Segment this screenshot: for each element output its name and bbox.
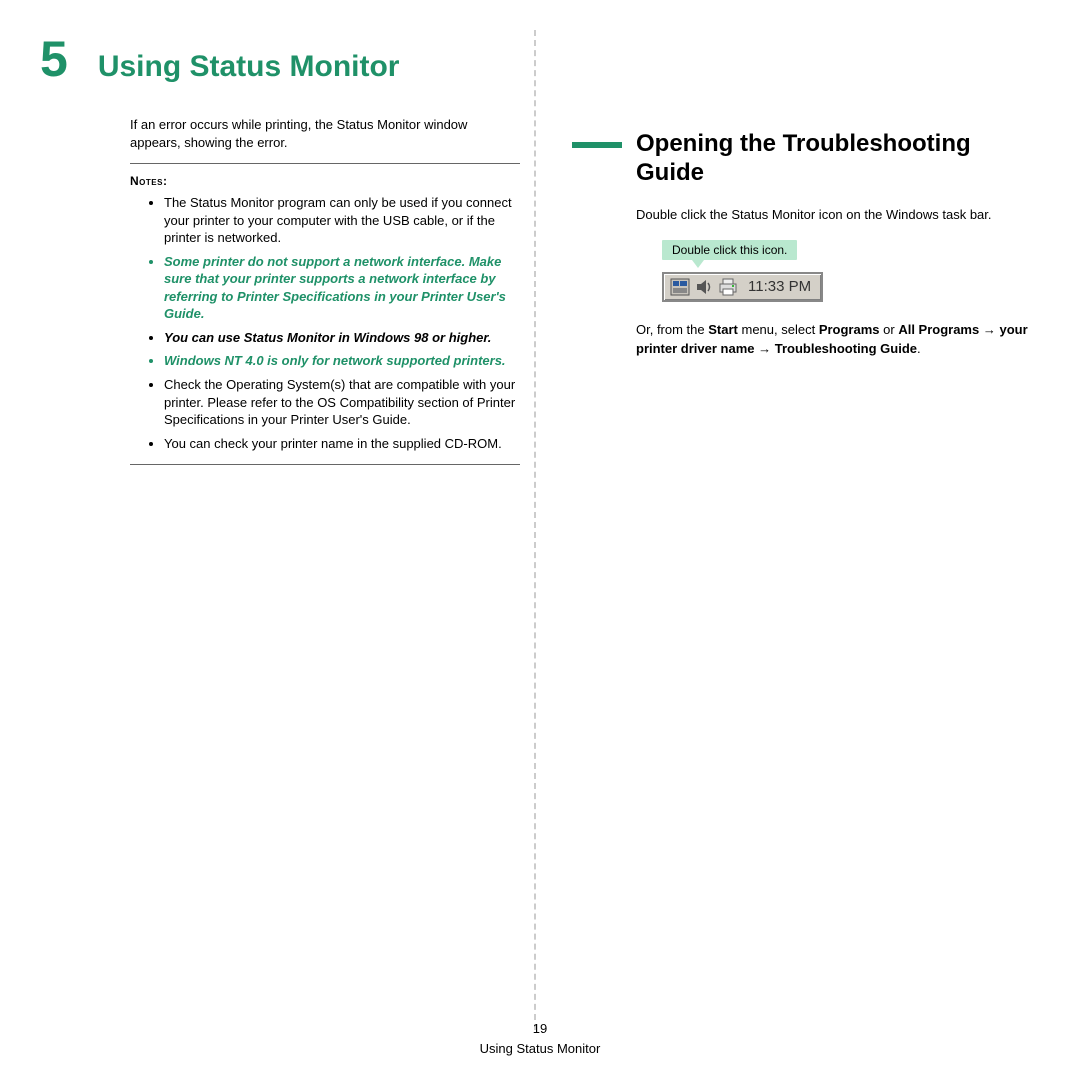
instruction-paragraph: Or, from the Start menu, select Programs… [636, 320, 1030, 359]
divider-line-top [130, 163, 520, 164]
note-item: Check the Operating System(s) that are c… [164, 376, 520, 429]
note-item-emphasis: Some printer do not support a network in… [164, 253, 520, 323]
document-page: 5 Using Status Monitor If an error occur… [0, 0, 1080, 1080]
notes-label: Notes: [130, 174, 520, 188]
instr-text: menu, select [738, 322, 819, 337]
instr-text: Or, from the [636, 322, 708, 337]
note-item: You can check your printer name in the s… [164, 435, 520, 453]
troubleshooting-guide-label: Troubleshooting Guide [775, 341, 917, 356]
divider-line-bottom [130, 464, 520, 465]
chapter-title: Using Status Monitor [98, 50, 400, 84]
section-accent-bar [572, 142, 622, 148]
notes-label-text: Notes [130, 174, 163, 188]
footer-title: Using Status Monitor [0, 1039, 1080, 1059]
note-item-emphasis: Windows NT 4.0 is only for network suppo… [164, 352, 520, 370]
period: . [917, 341, 921, 356]
section-title: Opening the Troubleshooting Guide [636, 130, 1030, 188]
note-item-bold: You can use Status Monitor in Windows 98… [164, 329, 520, 347]
arrow-icon: → [979, 322, 999, 337]
page-footer: 19 Using Status Monitor [0, 1019, 1080, 1058]
callout-text: Double click this icon. [662, 240, 797, 260]
all-programs-label: All Programs [898, 322, 979, 337]
chapter-heading: 5 Using Status Monitor [40, 30, 520, 88]
section-body: Double click the Status Monitor icon on … [636, 206, 1030, 224]
page-number: 19 [0, 1019, 1080, 1039]
callout-bubble: Double click this icon. [662, 240, 1030, 260]
tray-clock: 11:33 PM [744, 278, 815, 295]
notes-list: The Status Monitor program can only be u… [150, 194, 520, 452]
arrow-icon: → [755, 341, 775, 356]
column-divider [534, 30, 536, 1030]
left-column: 5 Using Status Monitor If an error occur… [40, 30, 530, 1030]
chapter-number: 5 [40, 30, 68, 88]
section-heading: Opening the Troubleshooting Guide [572, 130, 1030, 188]
note-item: The Status Monitor program can only be u… [164, 194, 520, 247]
tray-volume-icon [696, 278, 712, 296]
intro-paragraph: If an error occurs while printing, the S… [130, 116, 520, 151]
system-tray: 11:33 PM [662, 272, 823, 302]
tray-printer-icon [718, 278, 738, 296]
programs-label: Programs [819, 322, 880, 337]
two-column-layout: 5 Using Status Monitor If an error occur… [40, 30, 1040, 1030]
instr-text: or [880, 322, 899, 337]
right-column: Opening the Troubleshooting Guide Double… [540, 30, 1030, 1030]
tray-app-icon [670, 278, 690, 296]
start-menu-label: Start [708, 322, 738, 337]
